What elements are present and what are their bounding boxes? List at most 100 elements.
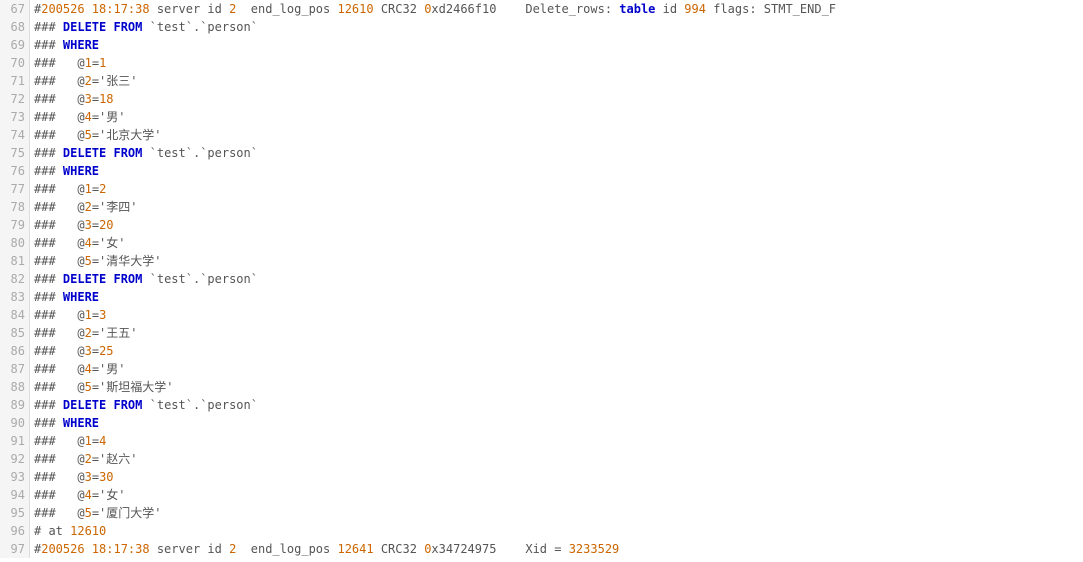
token: ='男'	[92, 110, 126, 124]
token: ='清华大学'	[92, 254, 162, 268]
token: =	[92, 56, 99, 70]
token: 3233529	[569, 542, 620, 556]
line-number: 73	[4, 108, 25, 126]
line-number: 86	[4, 342, 25, 360]
token: @	[77, 254, 84, 268]
token: 2	[85, 326, 92, 340]
token: @	[77, 506, 84, 520]
token: ###	[34, 218, 77, 232]
code-line: #200526 18:17:38 server id 2 end_log_pos…	[34, 0, 1083, 18]
token: DELETE FROM	[63, 272, 142, 286]
line-number: 68	[4, 18, 25, 36]
line-number: 96	[4, 522, 25, 540]
line-number: 97	[4, 540, 25, 558]
token: 1	[85, 56, 92, 70]
token: 200526 18:17:38	[41, 2, 149, 16]
line-number-gutter: 6768697071727374757677787980818283848586…	[0, 0, 30, 558]
code-line: ### @5='厦门大学'	[34, 504, 1083, 522]
line-number: 83	[4, 288, 25, 306]
token: 4	[85, 488, 92, 502]
token: 200526 18:17:38	[41, 542, 149, 556]
token: ='女'	[92, 488, 126, 502]
token: @	[77, 434, 84, 448]
code-line: ### @2='王五'	[34, 324, 1083, 342]
token: DELETE FROM	[63, 20, 142, 34]
token: ='张三'	[92, 74, 138, 88]
token: CRC32	[374, 2, 425, 16]
code-line: ### @4='男'	[34, 360, 1083, 378]
token: =	[92, 218, 99, 232]
line-number: 67	[4, 0, 25, 18]
token: ='斯坦福大学'	[92, 380, 174, 394]
token: ###	[34, 290, 63, 304]
line-number: 79	[4, 216, 25, 234]
token: WHERE	[63, 290, 99, 304]
line-number: 81	[4, 252, 25, 270]
token: ='厦门大学'	[92, 506, 162, 520]
token: @	[77, 488, 84, 502]
token: DELETE FROM	[63, 398, 142, 412]
token: ###	[34, 506, 77, 520]
code-line: ### WHERE	[34, 288, 1083, 306]
code-line: ### @4='男'	[34, 108, 1083, 126]
token: end_log_pos	[236, 542, 337, 556]
code-line: ### @2='张三'	[34, 72, 1083, 90]
token: 1	[85, 182, 92, 196]
line-number: 85	[4, 324, 25, 342]
line-number: 74	[4, 126, 25, 144]
code-line: ### @5='清华大学'	[34, 252, 1083, 270]
token: @	[77, 380, 84, 394]
token: 4	[85, 236, 92, 250]
token: @	[77, 344, 84, 358]
line-number: 88	[4, 378, 25, 396]
token: @	[77, 200, 84, 214]
code-line: ### @1=3	[34, 306, 1083, 324]
token: 2	[85, 200, 92, 214]
token: @	[77, 362, 84, 376]
token: @	[77, 182, 84, 196]
token: 12610	[337, 2, 373, 16]
token: ='男'	[92, 362, 126, 376]
token: ###	[34, 452, 77, 466]
token: DELETE FROM	[63, 146, 142, 160]
token: end_log_pos	[236, 2, 337, 16]
token: @	[77, 218, 84, 232]
token: 3	[85, 344, 92, 358]
token: ###	[34, 182, 77, 196]
token: 5	[85, 128, 92, 142]
token: 4	[85, 362, 92, 376]
token: @	[77, 74, 84, 88]
token: @	[77, 326, 84, 340]
token: ###	[34, 344, 77, 358]
token: 3	[99, 308, 106, 322]
token: `test`.`person`	[142, 272, 258, 286]
line-number: 87	[4, 360, 25, 378]
token: # at	[34, 524, 70, 538]
line-number: 93	[4, 468, 25, 486]
code-line: ### @3=30	[34, 468, 1083, 486]
line-number: 84	[4, 306, 25, 324]
token: ='李四'	[92, 200, 138, 214]
token: @	[77, 56, 84, 70]
token: @	[77, 308, 84, 322]
token: 1	[85, 434, 92, 448]
token: `test`.`person`	[142, 20, 258, 34]
token: 1	[99, 56, 106, 70]
line-number: 76	[4, 162, 25, 180]
token: flags: STMT_END_F	[706, 2, 836, 16]
token: @	[77, 470, 84, 484]
code-line: ### DELETE FROM `test`.`person`	[34, 270, 1083, 288]
line-number: 91	[4, 432, 25, 450]
line-number: 95	[4, 504, 25, 522]
token: 3	[85, 92, 92, 106]
token: WHERE	[63, 416, 99, 430]
token: ###	[34, 488, 77, 502]
token: ='赵六'	[92, 452, 138, 466]
code-line: #200526 18:17:38 server id 2 end_log_pos…	[34, 540, 1083, 558]
token: 20	[99, 218, 113, 232]
token: =	[92, 344, 99, 358]
code-line: ### @1=4	[34, 432, 1083, 450]
token: 3	[85, 470, 92, 484]
token: 12610	[70, 524, 106, 538]
token: table	[619, 2, 655, 16]
